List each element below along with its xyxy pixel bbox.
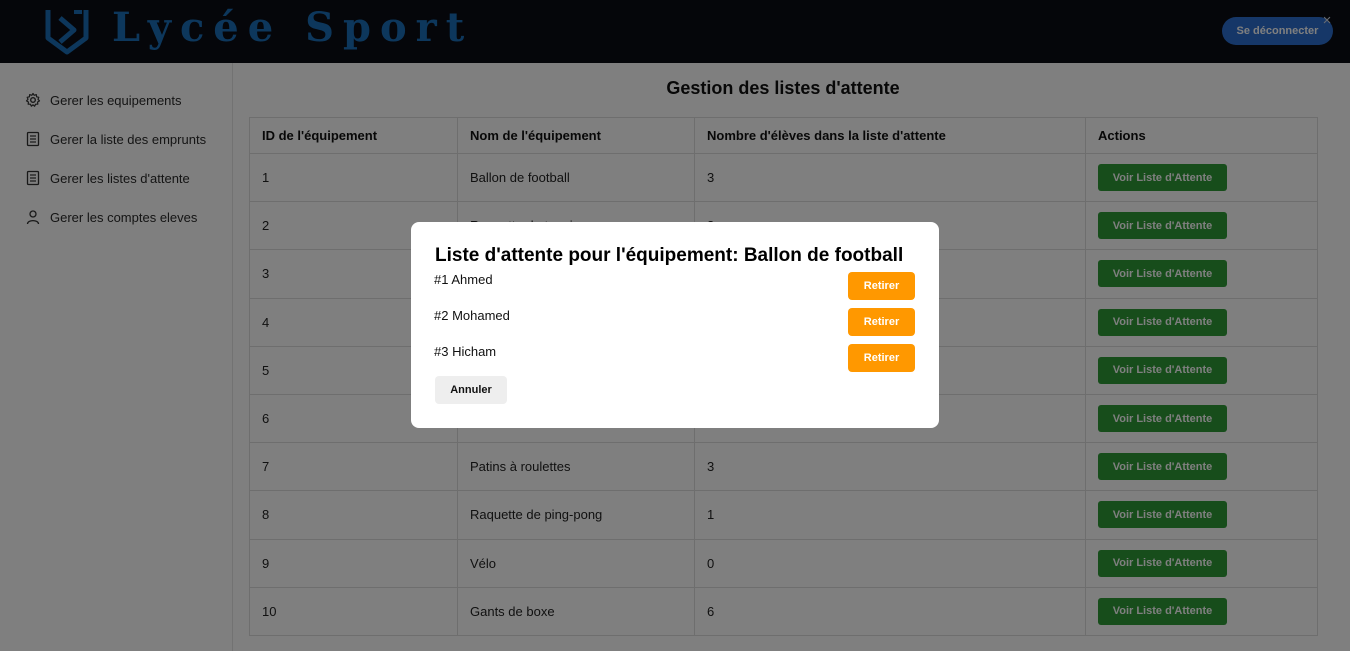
waitlist-modal: Liste d'attente pour l'équipement: Ballo… <box>411 222 939 428</box>
modal-title: Liste d'attente pour l'équipement: Ballo… <box>435 245 904 266</box>
waitlist-entry: #3 Hicham <box>434 344 497 359</box>
remove-button[interactable]: Retirer <box>848 272 915 300</box>
cancel-button[interactable]: Annuler <box>435 376 507 404</box>
waitlist-entry: #1 Ahmed <box>434 272 493 287</box>
remove-button[interactable]: Retirer <box>848 308 915 336</box>
waitlist-entry: #2 Mohamed <box>434 308 510 323</box>
remove-button[interactable]: Retirer <box>848 344 915 372</box>
